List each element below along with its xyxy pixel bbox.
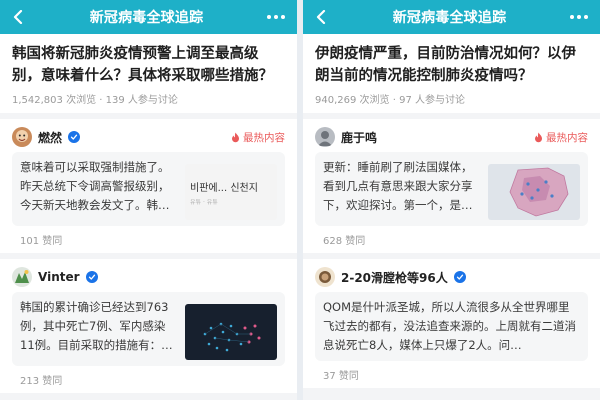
participant-count: 139 人参与讨论: [105, 95, 178, 106]
answer-header: 燃然 最热内容: [12, 127, 285, 147]
back-arrow-icon[interactable]: [10, 9, 26, 25]
author-name[interactable]: 燃然: [38, 129, 62, 146]
author-name[interactable]: 鹿于鸣: [341, 129, 377, 146]
like-count: 213 赞同: [20, 376, 63, 387]
author-name[interactable]: 2-20滑膛枪等96人: [341, 269, 448, 286]
like-count: 37 赞同: [323, 371, 359, 382]
back-arrow-icon[interactable]: [313, 9, 329, 25]
question-meta: 1,542,803 次浏览 · 139 人参与讨论: [12, 91, 285, 106]
screen: 新冠病毒全球追踪 韩国将新冠肺炎疫情预警上调至最高级别，意味着什么？具体将采取哪…: [0, 0, 600, 400]
right-panel: 新冠病毒全球追踪 伊朗疫情严重，目前防治情况如何？以伊朗当前的情况能控制肺炎疫情…: [303, 0, 600, 400]
avatar[interactable]: [12, 127, 32, 147]
answer-header: 鹿于鸣 最热内容: [315, 127, 588, 147]
answer-header: Vinter: [12, 267, 285, 287]
answer-excerpt[interactable]: 更新：睡前刷了刷法国媒体，看到几点有意思来跟大家分享下，欢迎探讨。第一个，是…: [323, 158, 480, 215]
answer-card[interactable]: 2-20滑膛枪等96人 QOM是什叶派圣城，所以人流很多从全世界哪里飞过去的都有…: [303, 259, 600, 388]
like-count: 628 赞同: [323, 236, 366, 247]
answer-thumbnail[interactable]: [185, 304, 277, 360]
answer-body[interactable]: 更新：睡前刷了刷法国媒体，看到几点有意思来跟大家分享下，欢迎探讨。第一个，是…: [315, 152, 588, 226]
verified-icon: [85, 271, 98, 283]
participant-count: 97 人参与讨论: [399, 95, 465, 106]
answer-card[interactable]: 鹿于鸣 最热内容 更新：睡前刷了刷法国媒体，看到几点有意思来跟大家分享下，欢迎探…: [303, 119, 600, 253]
hot-badge-label: 最热内容: [243, 131, 285, 144]
answer-excerpt[interactable]: QOM是什叶派圣城，所以人流很多从全世界哪里飞过去的都有，没法追查来源的。上周就…: [323, 298, 580, 355]
question-header[interactable]: 韩国将新冠肺炎疫情预警上调至最高级别，意味着什么？具体将采取哪些措施？ 1,54…: [0, 34, 297, 113]
answer-excerpt[interactable]: 意味着可以采取强制措施了。昨天总统下令调高警报级别，今天新天地教会发文了。韩…: [20, 158, 177, 215]
view-count: 940,269 次浏览: [315, 95, 390, 106]
question-header[interactable]: 伊朗疫情严重，目前防治情况如何？以伊朗当前的情况能控制肺炎疫情吗？ 940,26…: [303, 34, 600, 113]
hot-badge-label: 最热内容: [546, 131, 588, 144]
app-title: 新冠病毒全球追踪: [89, 10, 204, 26]
hot-badge: 最热内容: [534, 130, 588, 145]
app-title: 新冠病毒全球追踪: [392, 10, 507, 26]
answer-excerpt[interactable]: 韩国的累计确诊已经达到763例，其中死亡7例、军内感染11例。目前采取的措施有：…: [20, 298, 177, 355]
view-count: 1,542,803 次浏览: [12, 95, 97, 106]
question-title[interactable]: 韩国将新冠肺炎疫情预警上调至最高级别，意味着什么？具体将采取哪些措施？: [12, 43, 285, 87]
answer-body[interactable]: 韩国的累计确诊已经达到763例，其中死亡7例、军内感染11例。目前采取的措施有：…: [12, 292, 285, 366]
verified-icon: [68, 131, 81, 143]
top-bar: 新冠病毒全球追踪: [0, 0, 297, 34]
flame-icon: [232, 132, 239, 142]
answer-body[interactable]: 意味着可以采取强制措施了。昨天总统下令调高警报级别，今天新天地教会发文了。韩… …: [12, 152, 285, 226]
avatar[interactable]: [315, 267, 335, 287]
avatar[interactable]: [315, 127, 335, 147]
question-title[interactable]: 伊朗疫情严重，目前防治情况如何？以伊朗当前的情况能控制肺炎疫情吗？: [315, 43, 588, 87]
author[interactable]: 鹿于鸣: [315, 127, 377, 147]
verified-icon: [453, 271, 466, 283]
like-count: 101 赞同: [20, 236, 63, 247]
answer-thumbnail[interactable]: [488, 164, 580, 220]
answer-card[interactable]: Vinter 韩国的累计确诊已经达到763例，其中死亡7例、军内感染11例。目前…: [0, 259, 297, 393]
thumbnail-caption: 비판에... 신천지: [190, 182, 258, 194]
more-dots-icon[interactable]: [569, 15, 588, 19]
author-name[interactable]: Vinter: [38, 270, 80, 284]
thumbnail-subcaption: 유튜 · 유튜: [190, 199, 218, 206]
top-bar: 新冠病毒全球追踪: [303, 0, 600, 34]
question-meta: 940,269 次浏览 · 97 人参与讨论: [315, 91, 588, 106]
author[interactable]: Vinter: [12, 267, 98, 287]
answer-body[interactable]: QOM是什叶派圣城，所以人流很多从全世界哪里飞过去的都有，没法追查来源的。上周就…: [315, 292, 588, 361]
answer-header: 2-20滑膛枪等96人: [315, 267, 588, 287]
hot-badge: 最热内容: [231, 130, 285, 145]
answer-card[interactable]: 燃然 最热内容 意味着可以采取强制措施了。昨天总统下令调高警报级别，今天新天地教…: [0, 119, 297, 253]
more-dots-icon[interactable]: [266, 15, 285, 19]
left-panel: 新冠病毒全球追踪 韩国将新冠肺炎疫情预警上调至最高级别，意味着什么？具体将采取哪…: [0, 0, 297, 400]
answer-thumbnail[interactable]: 비판에... 신천지 유튜 · 유튜: [185, 164, 277, 220]
author[interactable]: 2-20滑膛枪等96人: [315, 267, 466, 287]
author[interactable]: 燃然: [12, 127, 81, 147]
avatar[interactable]: [12, 267, 32, 287]
flame-icon: [535, 132, 542, 142]
